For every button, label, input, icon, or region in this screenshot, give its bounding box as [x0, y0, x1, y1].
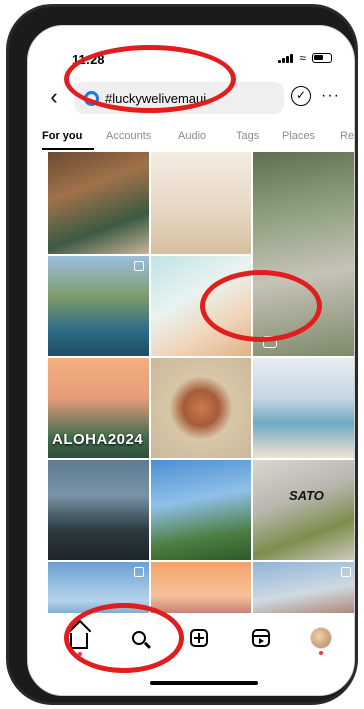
- home-glyph: [70, 633, 88, 649]
- reel-badge-icon: [263, 336, 277, 348]
- tab-audio[interactable]: Audio: [178, 130, 206, 142]
- grid-post-white-beach[interactable]: [253, 358, 354, 458]
- status-bar: 11:28 ≈: [28, 26, 354, 74]
- search-header: ‹ #luckywelivemaui ✓ ···: [28, 78, 354, 120]
- wifi-icon: ≈: [299, 51, 306, 65]
- profile-avatar-icon[interactable]: [308, 625, 334, 655]
- battery-icon: [312, 53, 332, 63]
- notification-dot: [78, 652, 82, 656]
- app-screen: 11:28 ≈ ‹ #luckywelivemaui ✓ ··· For you…: [27, 25, 355, 696]
- grid-post-menu-card[interactable]: [151, 256, 251, 356]
- carousel-badge-icon: [134, 567, 144, 577]
- status-time: 11:28: [72, 52, 105, 67]
- avatar: [310, 627, 332, 649]
- status-icons: ≈: [278, 51, 332, 65]
- carousel-badge-icon: [341, 567, 351, 577]
- tab-places[interactable]: Places: [282, 130, 315, 142]
- tab-accounts[interactable]: Accounts: [106, 130, 151, 142]
- plus-glyph: [190, 629, 208, 647]
- grid-post-aloha2024[interactable]: ALOHA2024: [48, 358, 149, 458]
- grid-post-sato-lures[interactable]: SATO: [253, 460, 354, 560]
- hashtag-ring-icon: [84, 90, 99, 106]
- header-actions: ✓ ···: [291, 86, 340, 106]
- search-tabs: For you Accounts Audio Tags Places Re: [28, 124, 354, 150]
- notification-dot: [319, 651, 323, 655]
- more-dots-icon[interactable]: ···: [321, 87, 340, 105]
- search-icon[interactable]: [126, 625, 152, 651]
- bottom-tab-bar: [28, 613, 354, 695]
- active-tab-indicator: [42, 148, 94, 150]
- check-circle-icon[interactable]: ✓: [291, 86, 312, 106]
- signal-icon: [278, 53, 294, 63]
- grid-post-palm-shore[interactable]: [151, 460, 251, 560]
- search-glyph: [132, 631, 146, 645]
- home-indicator: [150, 681, 258, 685]
- search-query: #luckywelivemaui: [105, 90, 207, 106]
- back-chevron-icon[interactable]: ‹: [44, 84, 64, 110]
- tab-tags[interactable]: Tags: [236, 130, 259, 142]
- aloha-overlay-text: ALOHA2024: [52, 431, 144, 448]
- grid-post-coastline[interactable]: [48, 256, 149, 356]
- grid-post-bridge-reel[interactable]: [253, 152, 354, 356]
- carousel-badge-icon: [134, 261, 144, 271]
- search-input[interactable]: #luckywelivemaui: [74, 82, 284, 114]
- grid-post-shark-sculpture[interactable]: [48, 460, 149, 560]
- home-icon[interactable]: [66, 625, 92, 656]
- grid-post-family-beach[interactable]: [151, 152, 251, 254]
- tab-for-you[interactable]: For you: [42, 130, 82, 142]
- create-plus-icon[interactable]: [186, 625, 212, 651]
- phone-frame: 11:28 ≈ ‹ #luckywelivemaui ✓ ··· For you…: [6, 4, 358, 705]
- sato-overlay-text: SATO: [289, 488, 324, 503]
- reels-glyph: [252, 629, 270, 647]
- tab-more[interactable]: Re: [340, 130, 354, 142]
- grid-post-shell-heart[interactable]: [151, 358, 251, 458]
- reels-icon[interactable]: [248, 625, 274, 651]
- grid-post-pizza-oven[interactable]: [48, 152, 149, 254]
